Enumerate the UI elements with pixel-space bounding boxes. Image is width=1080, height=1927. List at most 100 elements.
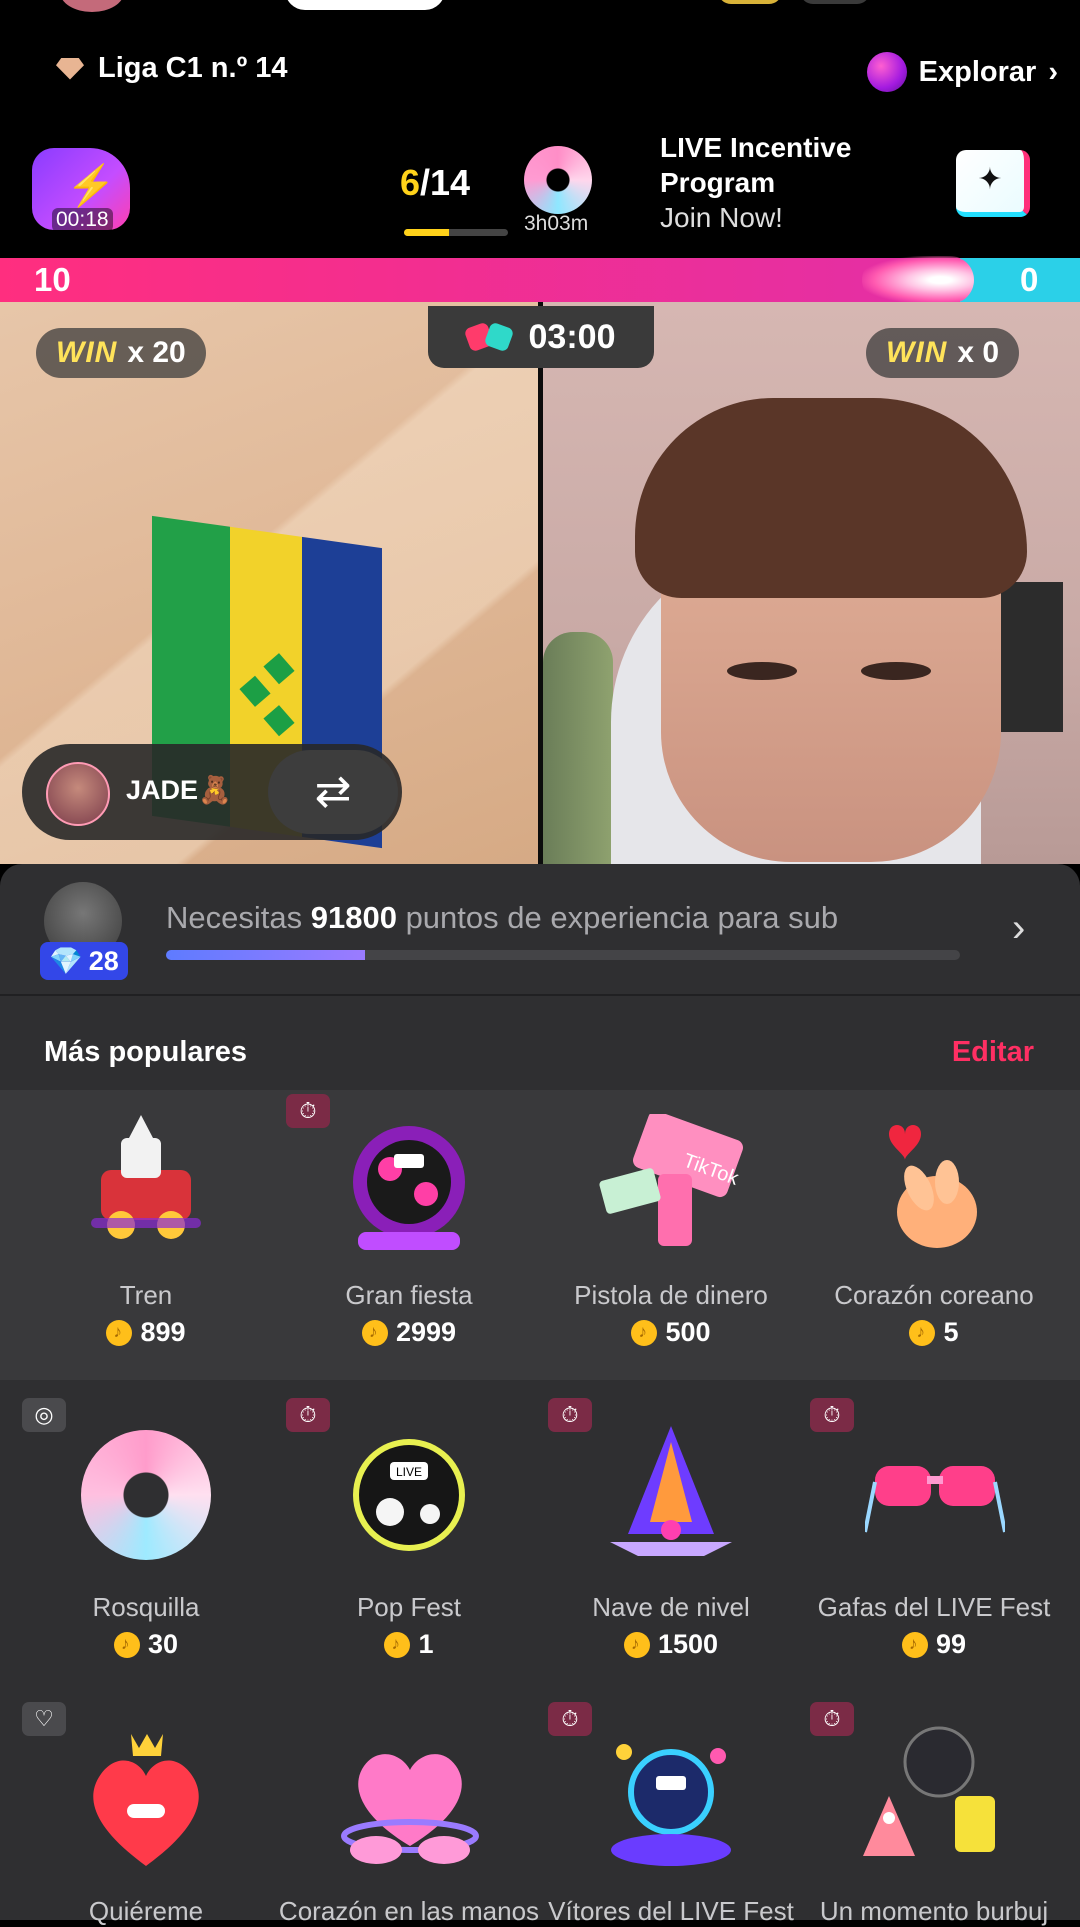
- gift-item[interactable]: Rosquilla 30: [15, 1422, 277, 1660]
- level-value: 28: [88, 945, 119, 976]
- incentive-subtitle: Join Now!: [660, 202, 783, 233]
- league-badge[interactable]: Liga C1 n.º 14: [56, 52, 287, 85]
- gift-name: Rosquilla: [92, 1592, 200, 1622]
- xp-progress-bar: [166, 950, 960, 960]
- money-gun-icon: TikTok: [599, 1114, 743, 1246]
- gift-price: 1500: [540, 1629, 802, 1660]
- win-label: WIN: [886, 336, 948, 369]
- win-count-left: x 20: [127, 336, 186, 369]
- incentive-title-line2: Program: [660, 167, 776, 198]
- xp-points: 91800: [310, 900, 397, 935]
- diamond-icon: 💎: [49, 946, 83, 976]
- league-label: Liga C1 n.º 14: [98, 52, 288, 84]
- goal-current: 6: [400, 162, 421, 203]
- top-avatar[interactable]: [60, 0, 124, 12]
- gift-item[interactable]: Corazón coreano 5: [803, 1110, 1065, 1348]
- battle-timer: 03:00: [428, 306, 654, 368]
- gift-name: Gafas del LIVE Fest: [817, 1592, 1051, 1622]
- xp-text-pre: Necesitas: [166, 900, 311, 935]
- xp-progress-fill: [166, 950, 365, 960]
- svg-text:LIVE: LIVE: [396, 1465, 422, 1479]
- gift-price: 1: [278, 1629, 540, 1660]
- win-label: WIN: [56, 336, 118, 369]
- goal-progress-bar: [404, 229, 508, 236]
- gift-name: Quiéreme: [88, 1896, 204, 1926]
- coin-icon: [901, 1631, 928, 1658]
- sparkle-card-icon[interactable]: ✦: [956, 150, 1030, 217]
- incentive-banner[interactable]: LIVE Incentive Program Join Now!: [660, 130, 851, 235]
- gift-price: 2999: [278, 1317, 540, 1348]
- love-me-heart-icon: [93, 1734, 199, 1866]
- battle-timer-value: 03:00: [528, 317, 616, 356]
- donut-timer: 3h03m: [524, 212, 589, 235]
- party-globe-icon: [353, 1126, 465, 1250]
- host-chip[interactable]: JADE🧸 ⇄: [22, 744, 402, 840]
- finger-heart-icon: [889, 1125, 977, 1248]
- gift-price-value: 30: [147, 1629, 179, 1659]
- follow-pill[interactable]: [285, 0, 445, 10]
- gift-item[interactable]: Corazón en las manos: [278, 1726, 540, 1927]
- gift-item[interactable]: Gafas del LIVE Fest 99: [803, 1422, 1065, 1660]
- coin-icon: [384, 1631, 411, 1658]
- gift-name: Vítores del LIVE Fest: [548, 1896, 794, 1926]
- gift-price-value: 1: [418, 1629, 434, 1659]
- top-gold-badge: [718, 0, 782, 4]
- planet-icon: [866, 52, 907, 92]
- incentive-title-line1: LIVE Incentive: [660, 132, 852, 163]
- gift-price: 899: [15, 1317, 277, 1348]
- gift-item[interactable]: TikTok Pistola de dinero 500: [540, 1110, 802, 1348]
- gift-item[interactable]: Tren 899: [15, 1110, 277, 1348]
- pop-fest-ball-icon: LIVE: [353, 1439, 465, 1551]
- hair-image: [635, 398, 1027, 598]
- chevron-right-icon[interactable]: ›: [1012, 906, 1025, 951]
- gift-price: 5: [803, 1317, 1065, 1348]
- flag-diamond: [263, 653, 295, 685]
- host-name: JADE🧸: [126, 775, 232, 805]
- section-title: Más populares: [44, 1036, 248, 1068]
- host-video-right[interactable]: [543, 302, 1080, 864]
- gift-name: Corazón coreano: [834, 1280, 1034, 1310]
- live-fest-cheers-icon: [611, 1744, 731, 1866]
- host-avatar[interactable]: [46, 762, 110, 826]
- donut-icon: [81, 1430, 211, 1560]
- gift-price-value: 2999: [395, 1317, 457, 1347]
- gift-item[interactable]: Un momento burbuj: [803, 1726, 1065, 1927]
- diamond-icon: [56, 57, 84, 80]
- heart-in-hands-icon: [341, 1754, 479, 1864]
- train-icon: [91, 1115, 201, 1239]
- edit-button[interactable]: Editar: [952, 1036, 1034, 1069]
- gift-item[interactable]: Nave de nivel 1500: [540, 1422, 802, 1660]
- gift-name: Nave de nivel: [592, 1592, 750, 1622]
- xp-message: Necesitas 91800 puntos de experiencia pa…: [166, 900, 960, 936]
- gift-item[interactable]: Quiéreme: [15, 1726, 277, 1927]
- boost-badge[interactable]: ⚡ 00:18: [32, 148, 130, 234]
- spark-effect-icon: [862, 256, 974, 304]
- goal-total: /14: [420, 162, 471, 203]
- party-glasses-icon: [865, 1466, 1005, 1533]
- gift-name: Corazón en las manos: [278, 1896, 540, 1926]
- win-count-right: x 0: [957, 336, 1000, 369]
- swap-button[interactable]: ⇄: [268, 750, 398, 834]
- gift-price-value: 500: [665, 1317, 711, 1347]
- chevron-right-icon: ›: [1048, 55, 1058, 88]
- gift-item[interactable]: Vítores del LIVE Fest: [540, 1726, 802, 1927]
- explore-button[interactable]: Explorar ›: [866, 52, 1058, 92]
- background-screen: [993, 582, 1063, 732]
- boost-timer: 00:18: [52, 208, 113, 232]
- goal-counter[interactable]: 6/14: [400, 162, 470, 204]
- score-left: 10: [34, 261, 71, 298]
- top-grey-badge[interactable]: [800, 0, 870, 4]
- score-right: 0: [1020, 261, 1039, 298]
- eye: [727, 662, 797, 680]
- flag-diamond: [239, 675, 271, 707]
- coin-icon: [113, 1631, 140, 1658]
- level-ship-icon: [610, 1426, 732, 1556]
- gift-name: Un momento burbuj: [819, 1896, 1049, 1926]
- gift-item[interactable]: Gran fiesta 2999: [278, 1110, 540, 1348]
- gift-name: Tren: [119, 1280, 173, 1310]
- gift-item[interactable]: LIVE Pop Fest 1: [278, 1422, 540, 1660]
- xp-text-post: puntos de experiencia para sub: [396, 900, 839, 935]
- gift-name: Pop Fest: [356, 1592, 462, 1622]
- donut-icon[interactable]: [524, 146, 592, 214]
- win-streak-left: WIN x 20: [36, 328, 206, 378]
